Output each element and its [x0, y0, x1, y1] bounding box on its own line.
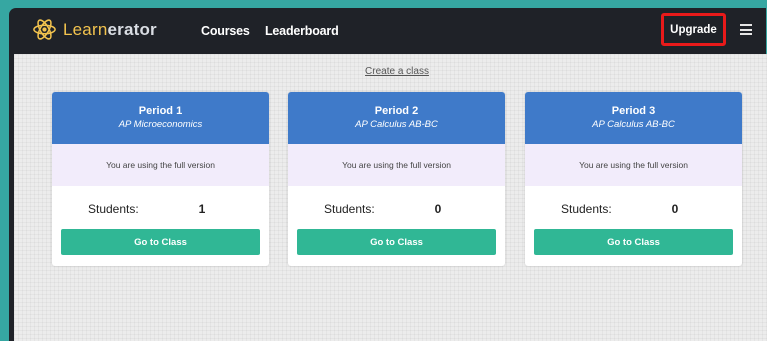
top-navbar: Learnerator Courses Leaderboard Upgrade	[9, 8, 767, 54]
students-row: Students: 1	[52, 202, 269, 218]
class-course: AP Microeconomics	[118, 119, 203, 130]
go-to-class-button[interactable]: Go to Class	[61, 229, 260, 255]
upgrade-button[interactable]: Upgrade	[661, 13, 726, 46]
logo-text-erator: erator	[107, 19, 157, 39]
license-status: You are using the full version	[288, 144, 505, 186]
class-card-header: Period 1 AP Microeconomics	[52, 92, 269, 144]
class-period: Period 2	[374, 105, 419, 117]
class-course: AP Calculus AB-BC	[592, 119, 675, 130]
class-period: Period 3	[611, 105, 656, 117]
class-card: Period 1 AP Microeconomics You are using…	[52, 92, 269, 266]
class-course: AP Calculus AB-BC	[355, 119, 438, 130]
class-card: Period 3 AP Calculus AB-BC You are using…	[525, 92, 742, 266]
class-card-header: Period 2 AP Calculus AB-BC	[288, 92, 505, 144]
students-count: 0	[671, 202, 679, 216]
create-class-link[interactable]: Create a class	[352, 66, 442, 77]
logo-text-learn: Learn	[63, 19, 108, 39]
license-status: You are using the full version	[52, 144, 269, 186]
nav-courses[interactable]: Courses	[201, 24, 250, 38]
students-count: 0	[434, 202, 442, 216]
license-status: You are using the full version	[525, 144, 742, 186]
go-to-class-button[interactable]: Go to Class	[297, 229, 496, 255]
students-count: 1	[198, 202, 206, 216]
atom-logo-icon	[33, 19, 56, 40]
logo[interactable]: Learnerator	[32, 17, 157, 42]
students-label: Students:	[324, 202, 375, 216]
class-card-header: Period 3 AP Calculus AB-BC	[525, 92, 742, 144]
menu-bar-line	[740, 24, 752, 26]
class-card: Period 2 AP Calculus AB-BC You are using…	[288, 92, 505, 266]
class-period: Period 1	[138, 105, 183, 117]
menu-bar-line	[740, 33, 752, 35]
hamburger-menu-icon[interactable]	[740, 24, 752, 35]
students-label: Students:	[88, 202, 139, 216]
logo-text: Learnerator	[63, 20, 157, 40]
main-content: Create a class Period 1 AP Microeconomic…	[14, 54, 767, 341]
students-label: Students:	[561, 202, 612, 216]
nav-leaderboard[interactable]: Leaderboard	[265, 24, 339, 38]
students-row: Students: 0	[525, 202, 742, 218]
go-to-class-button[interactable]: Go to Class	[534, 229, 733, 255]
students-row: Students: 0	[288, 202, 505, 218]
menu-bar-line	[740, 28, 752, 31]
